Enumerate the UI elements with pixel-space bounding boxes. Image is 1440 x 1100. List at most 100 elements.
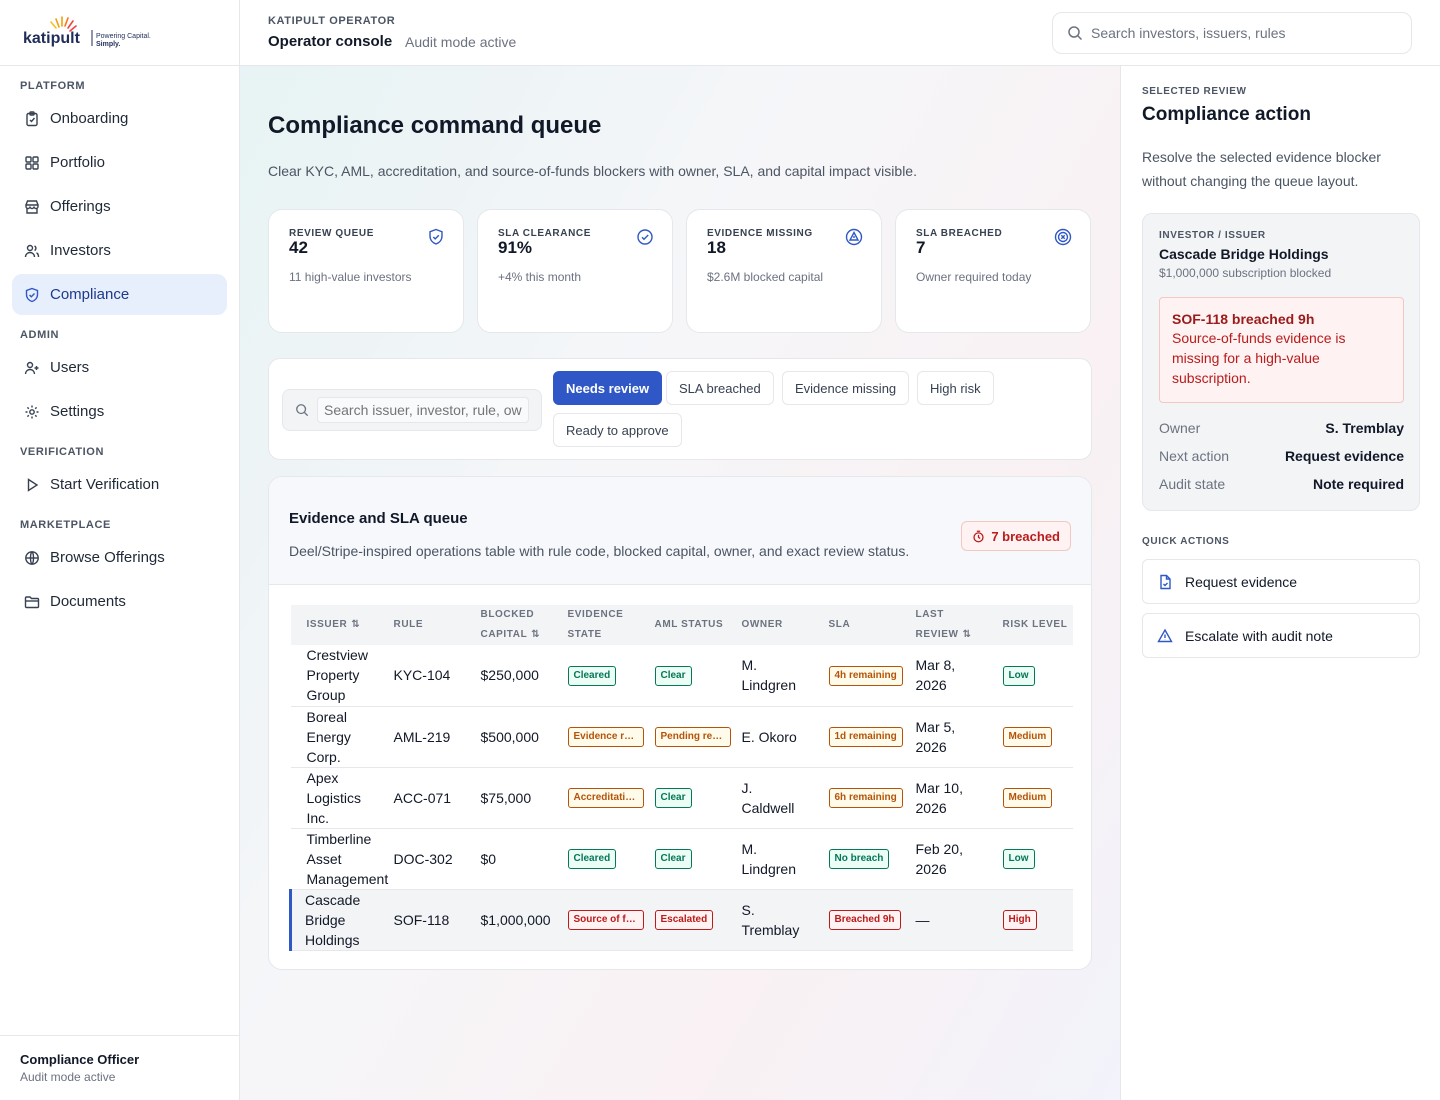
breach-alert: SOF-118 breached 9h Source-of-funds evid… [1159,297,1404,403]
queue-search[interactable] [282,389,542,431]
sidebar-item-onboarding[interactable]: Onboarding [12,98,227,139]
user-status: Audit mode active [20,1070,116,1084]
column-label: ISSUER [306,619,348,630]
katipult-logo-icon: katipult Powering Capital. Simply. [23,15,151,48]
sidebar-item-label: Documents [50,593,126,610]
check-badge-icon [637,229,653,245]
sidebar-item-start-verification[interactable]: Start Verification [12,464,227,505]
column-label: BLOCKED CAPITAL [480,609,535,640]
sidebar-item-offerings[interactable]: Offerings [12,186,227,227]
sla-badge: 1d remaining [828,727,903,748]
search-icon [1068,26,1083,41]
queue-table: ISSUER ⇅ RULE BLOCKED CAPITAL ⇅ EVIDENCE S… [289,605,1073,951]
gear-icon [25,405,39,418]
sidebar-item-browse-offerings[interactable]: Browse Offerings [12,537,227,578]
table-row[interactable]: Boreal Energy Corp. AML-219 $500,000 Evi… [290,706,1073,768]
cell-capital: $250,000 [464,645,552,707]
cell-capital: $1,000,000 [464,889,552,951]
sla-badge: 4h remaining [828,665,903,686]
stat-card-sla-breached[interactable]: SLA BREACHED 7 Owner required today [895,209,1091,333]
sla-badge: Breached 9h [828,910,901,931]
column-label: AML STATUS [654,619,724,630]
cell-last-review: Mar 5, 2026 [899,706,987,768]
escalate-button[interactable]: Escalate with audit note [1142,613,1420,658]
sidebar-item-documents[interactable]: Documents [12,581,227,622]
cell-owner: M. Lindgren [725,645,813,707]
evidence-queue-card: Evidence and SLA queue Deel/Stripe-inspi… [268,476,1092,970]
audit-state-label: Audit state [1159,476,1226,492]
stat-value: 18 [707,238,726,257]
risk-badge: Medium [1002,788,1053,809]
filter-chip-needs-review[interactable]: Needs review [553,371,663,405]
cell-risk: Medium [986,706,1073,768]
sidebar-item-compliance[interactable]: Compliance [12,274,227,315]
owner-row: Owner S. Tremblay [1159,420,1404,436]
cell-rule: SOF-118 [377,889,465,951]
topbar-subtitle: Audit mode active [405,34,517,50]
stat-card-review-queue[interactable]: REVIEW QUEUE 42 11 high-value investors [268,209,464,333]
owner-value: S. Tremblay [1325,420,1404,436]
column-header-last-review[interactable]: LAST REVIEW ⇅ [899,605,987,645]
stat-value: 7 [916,238,926,257]
filter-chip-evidence-missing[interactable]: Evidence missing [782,371,910,405]
cell-rule: AML-219 [377,706,465,768]
audit-state-value: Note required [1312,476,1404,492]
column-label: RULE [393,619,424,630]
svg-text:katipult: katipult [23,30,81,47]
logo[interactable]: katipult Powering Capital. Simply. [0,0,239,66]
cell-last-review: — [899,889,987,951]
clipboard-check-icon [26,110,38,126]
filter-chip-sla-breached[interactable]: SLA breached [666,371,774,405]
cell-owner: J. Caldwell [725,767,813,829]
cell-rule: ACC-071 [377,767,465,829]
next-action-label: Next action [1159,448,1230,464]
stat-card-sla-clearance[interactable]: SLA CLEARANCE 91% +4% this month [477,209,673,333]
play-icon [27,477,39,492]
column-header-blocked-capital[interactable]: BLOCKED CAPITAL ⇅ [464,605,552,645]
cell-risk: High [986,889,1073,951]
next-action-value: Request evidence [1284,448,1404,464]
column-label: EVIDENCE STATE [567,609,624,640]
table-row[interactable]: Crestview Property Group KYC-104 $250,00… [290,645,1073,707]
column-header-owner: OWNER [725,605,813,645]
cell-aml: Clear [638,767,726,829]
cell-sla: 4h remaining [812,645,903,707]
filter-chip-high-risk[interactable]: High risk [917,371,994,405]
column-label: RISK LEVEL [1002,619,1068,630]
queue-description: Deel/Stripe-inspired operations table wi… [289,543,910,559]
global-search-input[interactable]: Search investors, issuers, rules [1052,12,1412,54]
table-row[interactable]: Timberline Asset Management DOC-302 $0 C… [290,828,1073,890]
sidebar-item-label: Settings [50,403,105,420]
column-label: LAST REVIEW [915,609,959,640]
sidebar-item-investors[interactable]: Investors [12,230,227,271]
queue-search-input[interactable] [317,397,529,423]
queue-title: Evidence and SLA queue [289,510,468,527]
request-evidence-button[interactable]: Request evidence [1142,559,1420,604]
sidebar-item-users[interactable]: Users [12,347,227,388]
column-header-aml-status: AML STATUS [638,605,726,645]
evidence-status-badge: Evidence requested [567,727,644,748]
cell-evidence: Accreditation pending [551,767,644,829]
table-row[interactable]: Apex Logistics Inc. ACC-071 $75,000 Accr… [290,767,1073,829]
sidebar-item-portfolio[interactable]: Portfolio [12,142,227,183]
risk-badge: Low [1002,849,1035,870]
evidence-status-badge: Accreditation pending [567,788,644,809]
table-row-selected[interactable]: Cascade Bridge Holdings SOF-118 $1,000,0… [289,889,1073,951]
column-header-risk-level: RISK LEVEL [986,605,1073,645]
stat-card-evidence-missing[interactable]: EVIDENCE MISSING 18 $2.6M blocked capita… [686,209,882,333]
risk-badge: High [1002,910,1037,931]
aml-status-badge: Clear [654,665,692,686]
filter-chip-ready-to-approve[interactable]: Ready to approve [553,413,682,447]
stat-note: Owner required today [916,270,1032,284]
sidebar-item-label: Start Verification [50,476,160,493]
quick-actions-label: QUICK ACTIONS [1142,536,1230,547]
shield-check-icon [25,287,39,302]
sidebar-item-settings[interactable]: Settings [12,391,227,432]
sidebar-item-label: Users [50,359,90,376]
svg-text:Powering Capital.: Powering Capital. [96,33,151,40]
user-profile[interactable]: Compliance Officer Audit mode active [0,1035,239,1100]
stat-note: $2.6M blocked capital [707,270,824,284]
stat-value: 91% [498,238,533,257]
column-header-issuer[interactable]: ISSUER ⇅ [290,605,378,645]
aml-status-badge: Clear [654,788,692,809]
